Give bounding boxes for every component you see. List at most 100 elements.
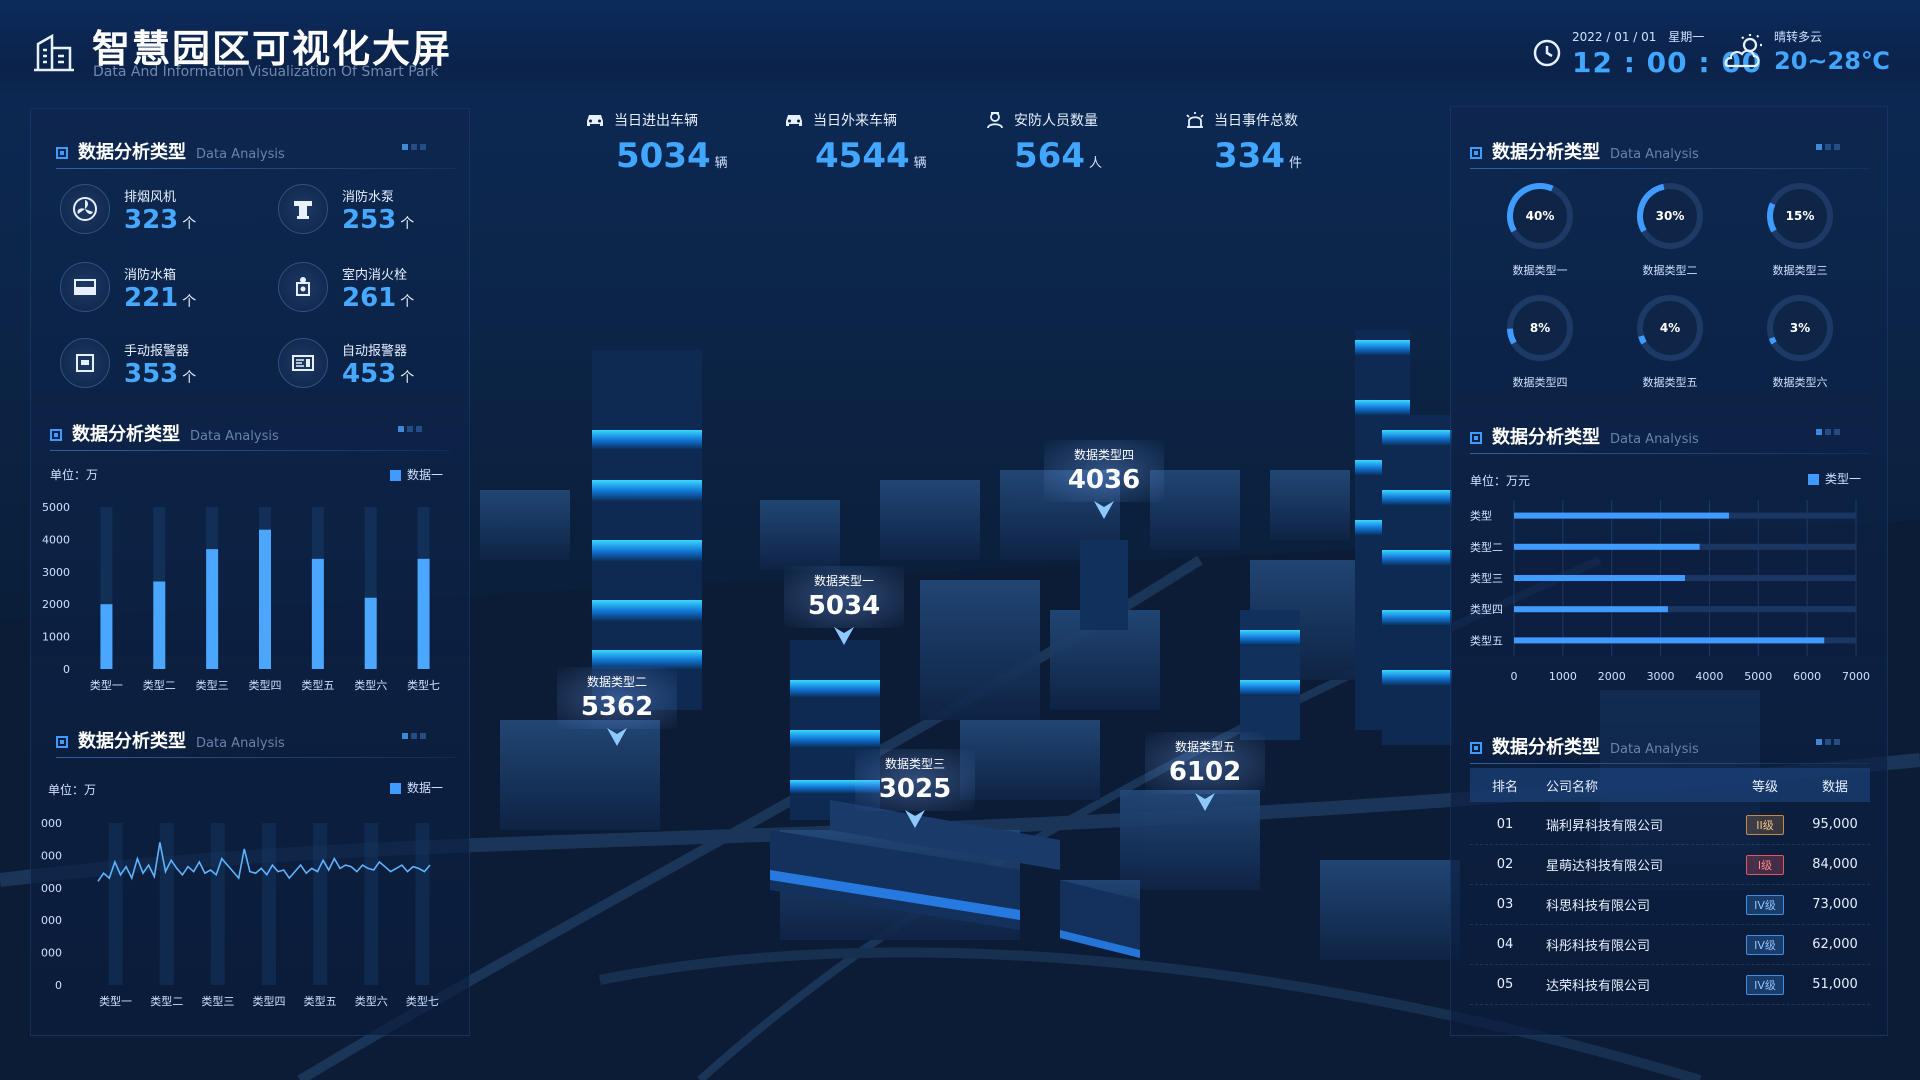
stat-label: 当日外来车辆	[813, 113, 897, 129]
device-icon-wrap	[60, 338, 110, 388]
hydrant-icon	[296, 277, 310, 296]
device-icon-wrap	[278, 338, 328, 388]
map-label-type4: 数据类型四 4036	[1034, 440, 1174, 525]
y-tick-label: 0	[63, 663, 70, 676]
date-value: 2022 / 01 / 01	[1572, 30, 1657, 44]
gauge-percent: 8%	[1530, 321, 1550, 335]
bar	[311, 558, 324, 669]
title-bullet	[1470, 432, 1482, 444]
alarm-icon	[1186, 112, 1204, 128]
column-track	[364, 823, 379, 985]
section-title: 数据分析类型	[1492, 427, 1600, 448]
x-tick-label: 类型五	[301, 678, 334, 692]
stat-value: 334	[1214, 136, 1285, 176]
map-label-value: 4036	[1067, 465, 1141, 495]
y-tick-label: 类型二	[1470, 540, 1503, 554]
stat-external-vehicles: 当日外来车辆 4544 辆	[783, 110, 927, 176]
header-data: 数据	[1821, 779, 1848, 795]
title-bullet	[1470, 742, 1482, 754]
device-name: 消防水箱	[124, 268, 177, 283]
chart-unit-label: 单位：万	[48, 783, 97, 797]
stat-unit: 辆	[714, 156, 728, 171]
y-tick-label: 2000	[40, 914, 62, 927]
chart-legend: 数据一	[390, 466, 443, 483]
stat-value: 5034	[616, 136, 711, 176]
column-track	[159, 823, 174, 985]
y-tick-label: 5000	[40, 817, 62, 830]
map-pin-arrow-icon	[905, 810, 925, 828]
device-icon-wrap	[60, 262, 110, 312]
stat-value: 4544	[815, 136, 910, 176]
device-value: 261	[342, 283, 397, 313]
y-tick-label: 4000	[40, 849, 62, 862]
y-tick-label: 5000	[42, 501, 70, 514]
bar	[100, 604, 113, 669]
horizontal-bar-chart: 0 1000 2000 3000 4000 5000 6000 7000 类型类型二类型三类型四…	[1470, 500, 1870, 683]
legend-label: 类型一	[1825, 472, 1862, 486]
gauge-percent: 40%	[1526, 209, 1555, 223]
section-dots	[1816, 739, 1840, 745]
gauge-label: 数据类型四	[1513, 375, 1568, 389]
column-track	[108, 823, 123, 985]
y-tick-label: 类型三	[1470, 571, 1503, 585]
section-divider	[50, 450, 450, 451]
bar	[206, 549, 219, 669]
x-tick-label: 类型三	[196, 678, 229, 692]
device-unit: 个	[182, 370, 197, 386]
y-tick-label: 3000	[40, 882, 62, 895]
stat-unit: 辆	[913, 156, 927, 171]
date-display: 2022 / 01 / 01 星期一	[1572, 28, 1704, 45]
section-dots	[1816, 144, 1840, 150]
map-label-value: 5362	[580, 692, 654, 722]
clock-icon	[1533, 39, 1561, 67]
section-divider	[1470, 453, 1870, 454]
device-unit: 个	[400, 216, 415, 232]
row-company: 科思科技有限公司	[1546, 899, 1651, 914]
table-row[interactable]: 04 科彤科技有限公司 IV级 62,000	[1470, 925, 1870, 965]
device-unit: 个	[182, 216, 197, 232]
column-track	[262, 823, 276, 985]
x-tick-label: 类型四	[249, 678, 282, 692]
bar	[417, 558, 430, 669]
building-logo-icon	[34, 33, 74, 72]
level-badge: IV级	[1746, 934, 1784, 955]
map-label-type5: 数据类型五 6102	[1135, 732, 1275, 817]
bar	[1514, 543, 1700, 550]
guard-icon	[987, 112, 1003, 129]
right-section3-title: 数据分析类型 Data Analysis	[1470, 733, 1699, 759]
map-label-type3: 数据类型三 3025	[845, 749, 985, 834]
row-company: 星萌达科技有限公司	[1546, 859, 1664, 874]
stat-unit: 件	[1288, 156, 1302, 171]
right-section1-title: 数据分析类型 Data Analysis	[1470, 138, 1699, 164]
device-value: 353	[124, 359, 179, 389]
cloudy-sun-icon	[1724, 34, 1762, 68]
map-label-name: 数据类型五	[1174, 740, 1235, 754]
y-tick-label: 类型	[1470, 509, 1492, 523]
table-row[interactable]: 01 瑞利昇科技有限公司 II级 95,000	[1470, 805, 1870, 845]
pump-icon	[294, 201, 312, 219]
gauge-percent: 3%	[1790, 321, 1810, 335]
stat-label: 当日事件总数	[1214, 113, 1298, 129]
title-bullet	[1470, 147, 1482, 159]
table-row[interactable]: 02 星萌达科技有限公司 I级 84,000	[1470, 845, 1870, 885]
section-dots	[402, 144, 426, 150]
device-name: 室内消火栓	[342, 268, 408, 283]
y-tick-label: 类型五	[1470, 633, 1503, 647]
level-badge: I级	[1746, 854, 1784, 875]
left-section3-title: 数据分析类型 Data Analysis	[56, 727, 285, 753]
section-divider	[56, 757, 456, 758]
map-label-type2: 数据类型二 5362	[547, 667, 687, 752]
gauge-label: 数据类型五	[1643, 375, 1698, 389]
section-subtitle: Data Analysis	[190, 429, 279, 444]
table-row[interactable]: 05 达荣科技有限公司 IV级 51,000	[1470, 965, 1870, 1005]
device-name: 手动报警器	[124, 344, 190, 359]
map-label-type1: 数据类型一 5034	[774, 566, 914, 651]
line-chart: 0 1000 2000 3000 4000 5000 类型一 类型二 类型三 类型四 类型五 类型六 类…	[40, 817, 439, 1008]
row-value: 62,000	[1812, 937, 1858, 952]
stat-vehicles-in-out: 当日进出车辆 5034 辆	[584, 110, 728, 176]
table-row[interactable]: 03 科思科技有限公司 IV级 73,000	[1470, 885, 1870, 925]
left-section1-title: 数据分析类型 Data Analysis	[56, 138, 285, 164]
gauge-label: 数据类型三	[1773, 263, 1828, 277]
section-subtitle: Data Analysis	[1610, 432, 1699, 447]
bar	[1514, 512, 1729, 519]
